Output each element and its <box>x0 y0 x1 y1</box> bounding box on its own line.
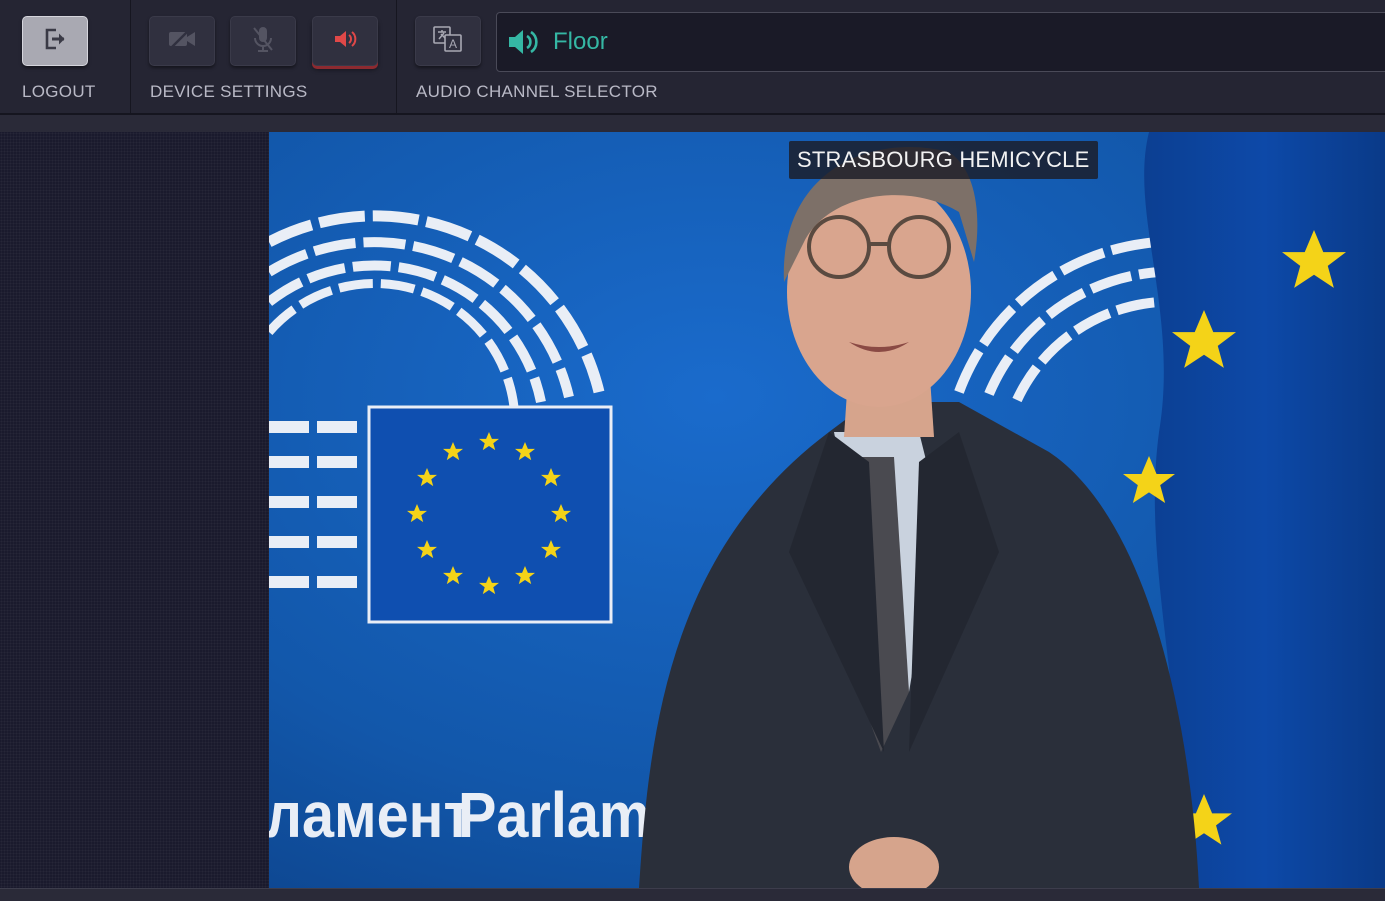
logout-icon <box>41 25 69 58</box>
toolbar-separator <box>130 0 131 113</box>
microphone-toggle-button[interactable] <box>230 16 296 66</box>
speaker-on-icon <box>332 27 358 56</box>
channel-name-badge: STRASBOURG HEMICYCLE <box>789 141 1098 179</box>
svg-text:A: A <box>449 37 457 51</box>
toolbar-separator <box>396 0 397 113</box>
bottom-bar-border <box>0 888 1385 889</box>
camera-toggle-button[interactable] <box>149 16 215 66</box>
audio-channel-selector-label: AUDIO CHANNEL SELECTOR <box>416 82 658 101</box>
device-settings-label: DEVICE SETTINGS <box>150 82 308 101</box>
bottom-bar <box>0 888 1385 901</box>
audio-channel-dropdown[interactable]: Floor <box>496 12 1385 72</box>
selected-channel-value: Floor <box>553 28 608 55</box>
translate-icon: A <box>432 25 464 58</box>
speaker-toggle-button[interactable] <box>312 16 378 66</box>
backdrop-text-cyrillic: ламент <box>269 779 472 850</box>
content-top-strip <box>0 115 1385 132</box>
logout-label: LOGOUT <box>22 82 96 101</box>
speaker-icon <box>507 27 541 57</box>
mic-off-icon <box>251 24 275 59</box>
side-panel <box>0 132 269 888</box>
video-frame: ламент Parlamer <box>269 132 1385 888</box>
video-stream: ламент Parlamer STRASBOURG HEMICYCLE <box>269 132 1385 888</box>
translate-button[interactable]: A <box>415 16 481 66</box>
camera-off-icon <box>167 28 197 55</box>
logout-button[interactable] <box>22 16 88 66</box>
